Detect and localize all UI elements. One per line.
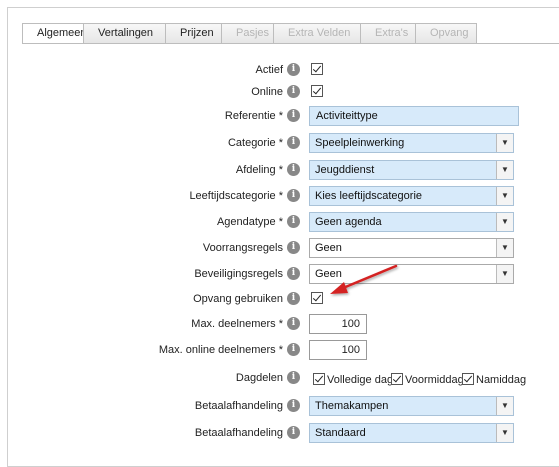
- categorie-select[interactable]: Speelpleinwerking ▼: [309, 133, 514, 153]
- tab-extra-velden: Extra Velden: [273, 23, 360, 44]
- opvang-checkbox[interactable]: [311, 292, 323, 304]
- beveiligingsregels-value: Geen: [315, 268, 342, 280]
- info-icon[interactable]: i: [287, 343, 300, 356]
- betaalafhandeling-select-1[interactable]: Themakampen ▼: [309, 396, 514, 416]
- row-betaalafhandeling-1: Betaalafhandeling i Themakampen ▼: [0, 396, 559, 416]
- agendatype-value: Geen agenda: [315, 216, 382, 228]
- chevron-down-icon[interactable]: ▼: [496, 134, 513, 152]
- actief-label: Actief: [255, 64, 283, 76]
- info-icon[interactable]: i: [287, 292, 300, 305]
- tab-divider: [22, 43, 559, 44]
- info-icon[interactable]: i: [287, 63, 300, 76]
- opvang-label: Opvang gebruiken: [193, 293, 283, 305]
- beveiligingsregels-select[interactable]: Geen ▼: [309, 264, 514, 284]
- info-icon[interactable]: i: [287, 109, 300, 122]
- info-icon[interactable]: i: [287, 189, 300, 202]
- tab-pasjes: Pasjes: [221, 23, 273, 44]
- max-online-input[interactable]: 100: [309, 340, 367, 360]
- row-agendatype: Agendatype * i Geen agenda ▼: [0, 212, 559, 232]
- row-afdeling: Afdeling * i Jeugddienst ▼: [0, 160, 559, 180]
- row-max-online: Max. online deelnemers * i 100: [0, 340, 559, 360]
- actief-checkbox[interactable]: [311, 63, 323, 75]
- tab-extras: Extra's: [360, 23, 415, 44]
- info-icon[interactable]: i: [287, 267, 300, 280]
- max-online-label: Max. online deelnemers *: [158, 344, 283, 356]
- volledige-dag-label: Volledige dag: [327, 374, 394, 386]
- info-icon[interactable]: i: [287, 241, 300, 254]
- agendatype-select[interactable]: Geen agenda ▼: [309, 212, 514, 232]
- tab-algemeen[interactable]: Algemeen: [22, 23, 87, 44]
- info-icon[interactable]: i: [287, 371, 300, 384]
- row-categorie: Categorie * i Speelpleinwerking ▼: [0, 133, 559, 153]
- tab-bar: Algemeen Vertalingen Prijzen Pasjes Extr…: [22, 23, 477, 44]
- voorrangsregels-label: Voorrangsregels: [202, 242, 283, 254]
- referentie-input[interactable]: Activiteittype: [309, 106, 519, 126]
- betaalafhandeling-value-2: Standaard: [315, 427, 366, 439]
- online-checkbox[interactable]: [311, 85, 323, 97]
- volledige-dag-checkbox[interactable]: [313, 373, 325, 385]
- categorie-label: Categorie *: [227, 137, 283, 149]
- referentie-label: Referentie *: [224, 110, 283, 122]
- tab-prijzen[interactable]: Prijzen: [165, 23, 221, 44]
- betaalafhandeling-select-2[interactable]: Standaard ▼: [309, 423, 514, 443]
- info-icon[interactable]: i: [287, 163, 300, 176]
- tab-vertalingen[interactable]: Vertalingen: [83, 23, 165, 44]
- agendatype-label: Agendatype *: [216, 216, 283, 228]
- categorie-value: Speelpleinwerking: [315, 137, 405, 149]
- max-deelnemers-label: Max. deelnemers *: [191, 318, 283, 330]
- info-icon[interactable]: i: [287, 426, 300, 439]
- beveiligingsregels-label: Beveiligingsregels: [194, 268, 283, 280]
- row-online: Online i: [0, 83, 559, 101]
- row-leeftijdscategorie: Leeftijdscategorie * i Kies leeftijdscat…: [0, 186, 559, 206]
- chevron-down-icon[interactable]: ▼: [496, 213, 513, 231]
- chevron-down-icon[interactable]: ▼: [496, 239, 513, 257]
- info-icon[interactable]: i: [287, 399, 300, 412]
- tab-opvang: Opvang: [415, 23, 477, 44]
- info-icon[interactable]: i: [287, 85, 300, 98]
- dagdeel-voormiddag[interactable]: Voormiddag: [391, 371, 464, 387]
- voormiddag-checkbox[interactable]: [391, 373, 403, 385]
- row-max-deelnemers: Max. deelnemers * i 100: [0, 314, 559, 334]
- info-icon[interactable]: i: [287, 215, 300, 228]
- max-deelnemers-input[interactable]: 100: [309, 314, 367, 334]
- namiddag-checkbox[interactable]: [462, 373, 474, 385]
- dagdeel-volledige-dag[interactable]: Volledige dag: [313, 371, 393, 387]
- row-referentie: Referentie * i Activiteittype: [0, 106, 559, 126]
- voorrangsregels-value: Geen: [315, 242, 342, 254]
- afdeling-select[interactable]: Jeugddienst ▼: [309, 160, 514, 180]
- voorrangsregels-select[interactable]: Geen ▼: [309, 238, 514, 258]
- info-icon[interactable]: i: [287, 317, 300, 330]
- row-actief: Actief i: [0, 61, 559, 79]
- chevron-down-icon[interactable]: ▼: [496, 424, 513, 442]
- leeftijdscategorie-value: Kies leeftijdscategorie: [315, 190, 423, 202]
- row-dagdelen: Dagdelen i Volledige dag Voormiddag Nami…: [0, 369, 559, 387]
- dagdeel-namiddag[interactable]: Namiddag: [462, 371, 526, 387]
- chevron-down-icon[interactable]: ▼: [496, 187, 513, 205]
- row-betaalafhandeling-2: Betaalafhandeling i Standaard ▼: [0, 423, 559, 443]
- voormiddag-label: Voormiddag: [405, 374, 464, 386]
- chevron-down-icon[interactable]: ▼: [496, 397, 513, 415]
- afdeling-value: Jeugddienst: [315, 164, 375, 176]
- betaalafhandeling-value-1: Themakampen: [315, 400, 389, 412]
- row-beveiligingsregels: Beveiligingsregels i Geen ▼: [0, 264, 559, 284]
- betaalafhandeling-label: Betaalafhandeling: [194, 400, 283, 412]
- chevron-down-icon[interactable]: ▼: [496, 265, 513, 283]
- betaalafhandeling-label: Betaalafhandeling: [194, 427, 283, 439]
- row-voorrangsregels: Voorrangsregels i Geen ▼: [0, 238, 559, 258]
- dagdelen-label: Dagdelen: [235, 372, 283, 384]
- leeftijdscategorie-label: Leeftijdscategorie *: [189, 190, 283, 202]
- info-icon[interactable]: i: [287, 136, 300, 149]
- namiddag-label: Namiddag: [476, 374, 527, 386]
- chevron-down-icon[interactable]: ▼: [496, 161, 513, 179]
- online-label: Online: [251, 86, 283, 98]
- row-opvang: Opvang gebruiken i: [0, 290, 559, 308]
- afdeling-label: Afdeling *: [235, 164, 283, 176]
- leeftijdscategorie-select[interactable]: Kies leeftijdscategorie ▼: [309, 186, 514, 206]
